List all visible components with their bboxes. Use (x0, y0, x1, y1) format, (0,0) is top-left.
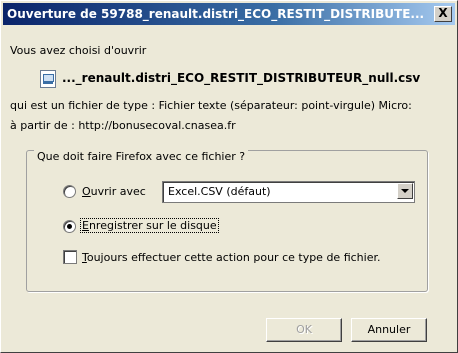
csv-file-icon (40, 70, 56, 88)
always-label-rest: oujours effectuer cette action pour ce t… (86, 251, 381, 264)
intro-text: Vous avez choisi d'ouvrir (10, 44, 147, 57)
file-type-line: qui est un fichier de type : Fichier tex… (10, 99, 412, 112)
open-with-app: Excel.CSV (défaut) (168, 185, 271, 198)
file-source-line: à partir de : http://bonusecoval.cnasea.… (10, 119, 236, 132)
save-accesskey: E (82, 219, 89, 232)
ok-button[interactable]: OK (266, 318, 342, 342)
open-with-radio[interactable] (63, 185, 76, 198)
chevron-down-icon[interactable] (397, 183, 413, 199)
save-label-rest: nregistrer sur le disque (88, 219, 217, 232)
open-with-accesskey: O (82, 185, 91, 198)
open-with-label[interactable]: Ouvrir avec (82, 185, 146, 198)
always-do-checkbox[interactable] (63, 250, 77, 264)
window-title: Ouverture de 59788_renault.distri_ECO_RE… (7, 7, 425, 21)
open-with-select[interactable]: Excel.CSV (défaut) (162, 181, 415, 203)
open-with-label-rest: uvrir avec (90, 185, 146, 198)
save-to-disk-label[interactable]: Enregistrer sur le disque (80, 218, 219, 233)
title-bar[interactable]: Ouverture de 59788_renault.distri_ECO_RE… (3, 3, 455, 25)
save-to-disk-radio[interactable] (63, 220, 76, 233)
cancel-button[interactable]: Annuler (351, 318, 427, 342)
action-group-legend: Que doit faire Firefox avec ce fichier ? (34, 150, 249, 163)
file-name: ..._renault.distri_ECO_RESTIT_DISTRIBUTE… (62, 71, 421, 85)
always-do-label[interactable]: Toujours effectuer cette action pour ce … (82, 251, 380, 264)
close-button[interactable]: X (434, 6, 452, 22)
